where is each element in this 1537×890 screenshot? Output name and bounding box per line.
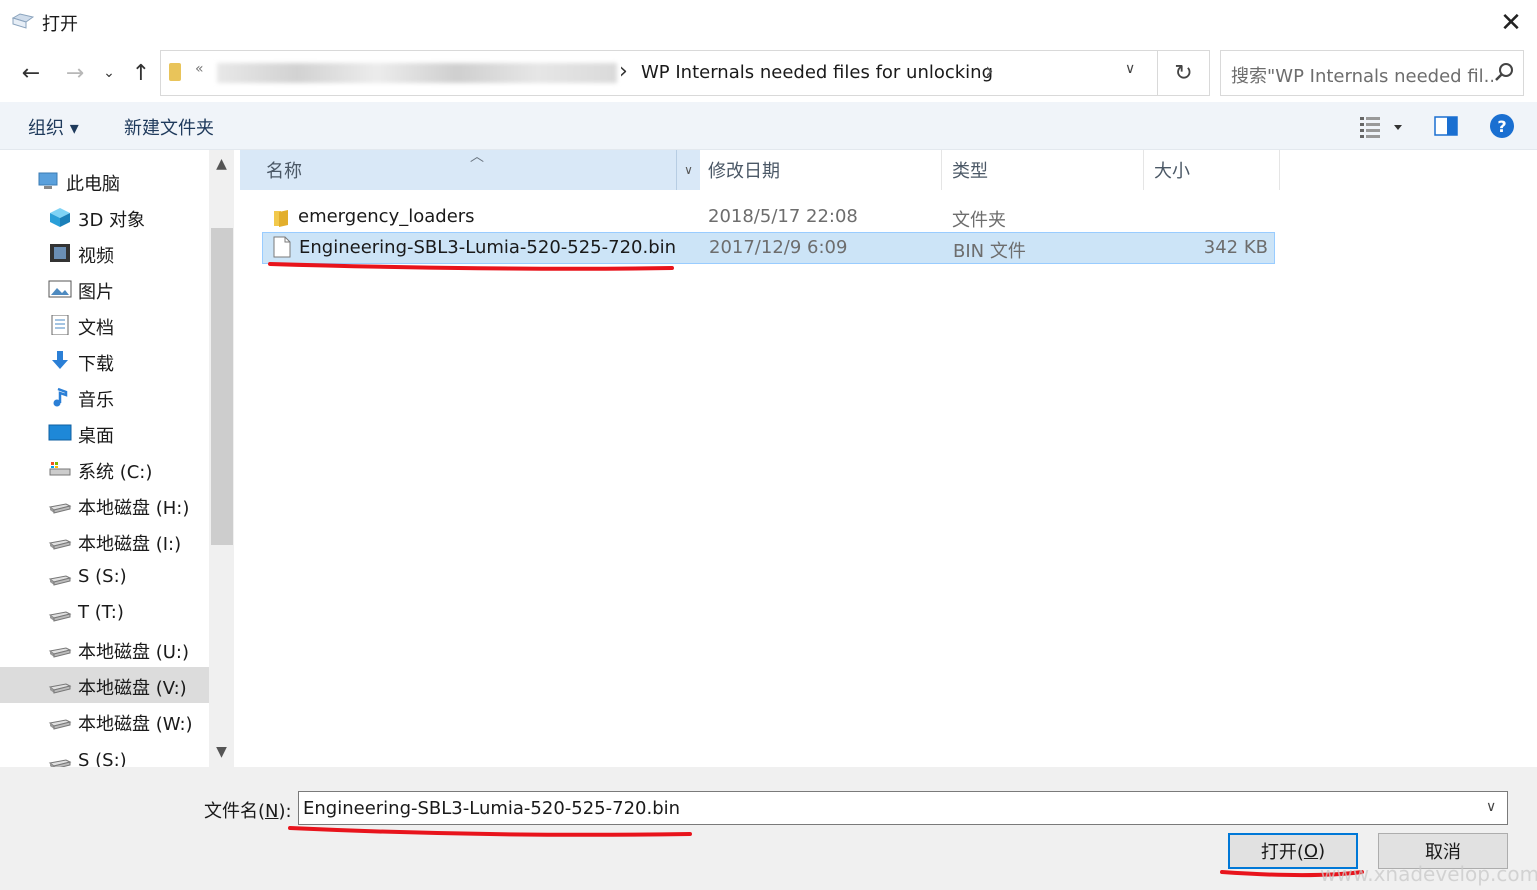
annotation-underlines — [268, 262, 1364, 877]
watermark: www.xnadevelop.com — [1320, 862, 1537, 886]
